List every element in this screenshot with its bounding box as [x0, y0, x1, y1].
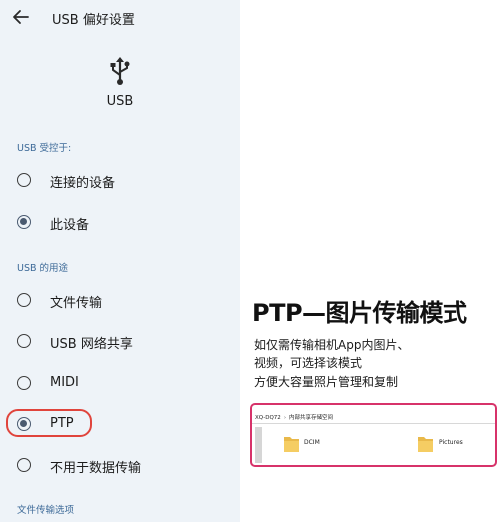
radio-button[interactable]: [17, 376, 31, 390]
radio-button[interactable]: [17, 458, 31, 472]
option-label: 不用于数据传输: [50, 461, 142, 476]
option-label: 此设备: [50, 218, 90, 233]
option-midi[interactable]: MIDI: [0, 365, 240, 401]
ptp-highlight-annotation: [6, 409, 92, 437]
radio-button[interactable]: [17, 334, 31, 348]
usb-icon: [110, 57, 130, 85]
description-line: 视频，可选择该模式: [254, 356, 363, 370]
option-label: 文件传输: [50, 296, 103, 311]
option-no-data-transfer[interactable]: 不用于数据传输: [0, 447, 240, 483]
option-label: MIDI: [50, 375, 79, 390]
radio-button[interactable]: [17, 173, 31, 187]
radio-button[interactable]: [17, 293, 31, 307]
section-header-use-for: USB 的用途: [17, 263, 69, 274]
section-header-file-transfer-options: 文件传输选项: [17, 505, 75, 516]
breadcrumb: XQ-DQ72 › 内部共享存储空间: [255, 413, 333, 423]
option-label: USB 网络共享: [50, 337, 133, 352]
breadcrumb-separator-icon: ›: [283, 415, 287, 421]
section-header-controlled-by: USB 受控于:: [17, 143, 72, 154]
file-explorer-window: XQ-DQ72 › 内部共享存储空间 DCIM Pictures: [250, 403, 497, 467]
option-file-transfer[interactable]: 文件传输: [0, 282, 240, 318]
navigation-pane: [255, 427, 262, 463]
app-bar: USB 偏好设置: [0, 0, 240, 36]
usb-preferences-panel: USB 偏好设置 USB USB 受控于: 连接的设备 此设备 USB 的用途 …: [0, 0, 240, 522]
option-this-device[interactable]: 此设备: [0, 204, 240, 240]
folder-name[interactable]: Pictures: [439, 439, 463, 446]
breadcrumb-storage[interactable]: 内部共享存储空间: [289, 415, 333, 421]
folder-name[interactable]: DCIM: [304, 439, 320, 446]
back-arrow-icon[interactable]: [10, 6, 32, 28]
breadcrumb-device[interactable]: XQ-DQ72: [255, 415, 281, 421]
option-label: 连接的设备: [50, 176, 116, 191]
description-line: 如仅需传输相机App内图片、: [254, 338, 410, 352]
folder-icon[interactable]: [283, 434, 300, 453]
folder-icon[interactable]: [417, 434, 434, 453]
page-title: USB 偏好设置: [52, 13, 135, 28]
option-connected-device[interactable]: 连接的设备: [0, 162, 240, 198]
ptp-headline: PTP—图片传输模式: [252, 299, 467, 327]
address-bar-divider: [252, 423, 495, 424]
option-usb-tethering[interactable]: USB 网络共享: [0, 323, 240, 359]
device-label: USB: [106, 94, 134, 109]
radio-button-selected[interactable]: [17, 215, 31, 229]
description-line: 方便大容量照片管理和复制: [254, 375, 399, 389]
